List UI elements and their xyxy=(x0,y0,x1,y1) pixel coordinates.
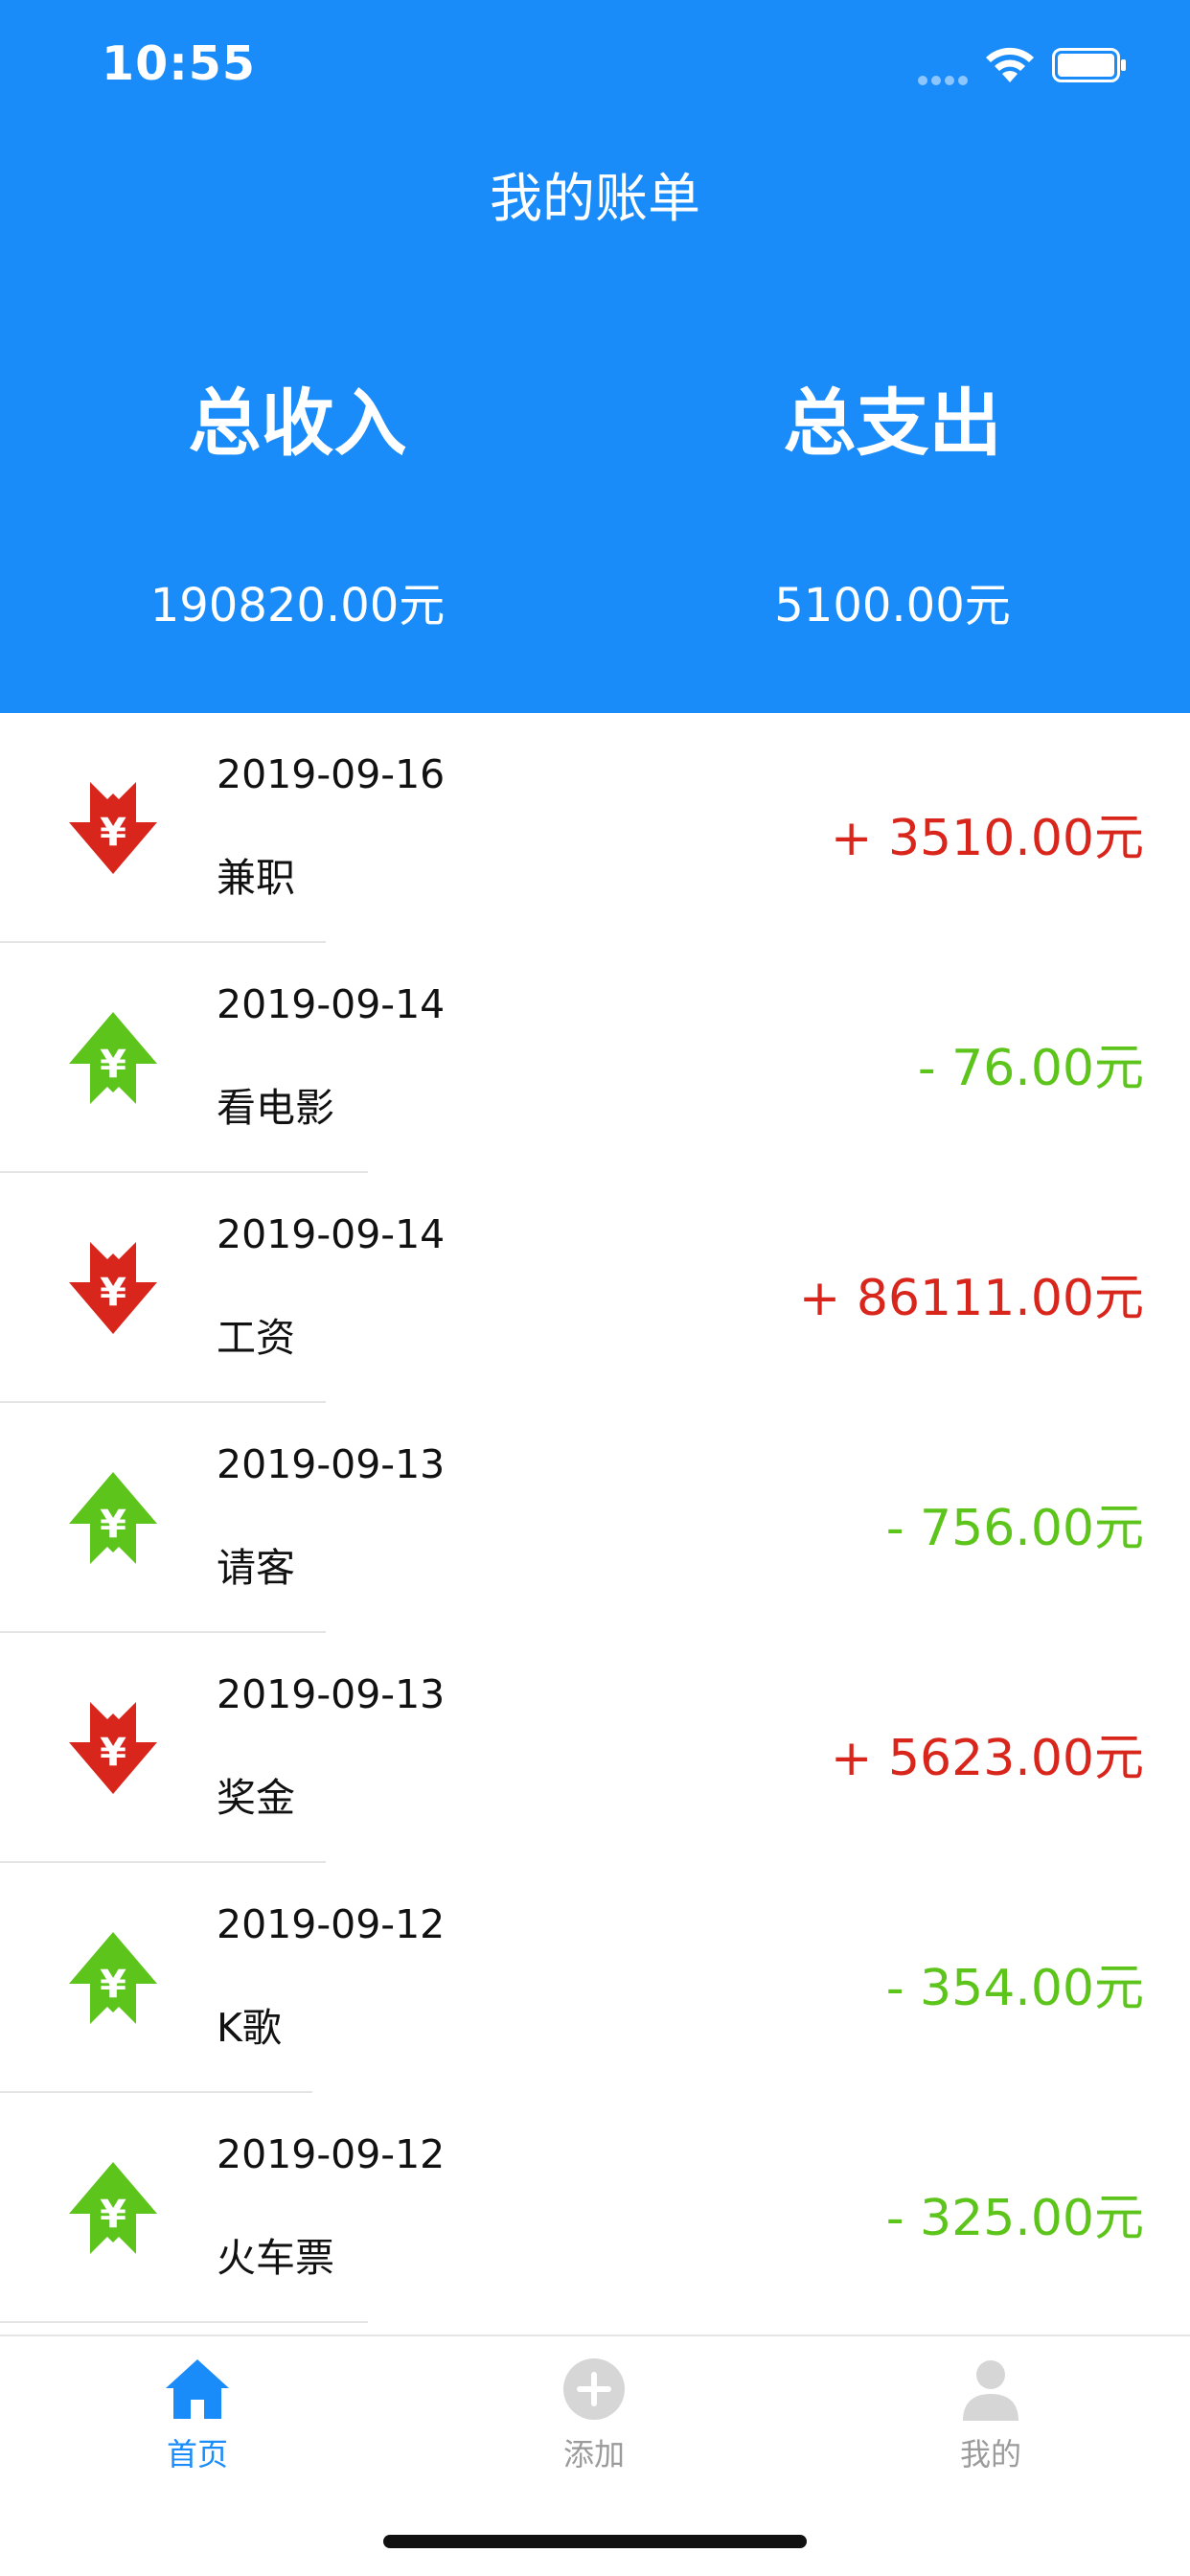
bill-row[interactable]: ¥ 2019-09-12 K歌 - 354.00元 xyxy=(0,1863,1190,2093)
yen-up-arrow-icon: ¥ xyxy=(69,1012,157,1104)
record-name: 工资 xyxy=(217,1315,295,1361)
tab-mine[interactable]: 我的 xyxy=(895,2356,1087,2474)
bill-list[interactable]: ¥ 2019-09-16 兼职 + 3510.00元 ¥ 2019-09-14 … xyxy=(0,713,1190,2323)
bill-row[interactable]: ¥ 2019-09-12 火车票 - 325.00元 xyxy=(0,2093,1190,2323)
record-name: 看电影 xyxy=(217,1085,334,1131)
tab-add-label: 添加 xyxy=(562,2436,625,2472)
home-indicator xyxy=(383,2535,807,2548)
tab-home[interactable]: 首页 xyxy=(102,2356,293,2474)
record-name: 火车票 xyxy=(217,2235,334,2281)
status-time: 10:55 xyxy=(102,36,256,91)
tab-home-label: 首页 xyxy=(166,2436,228,2472)
record-date: 2019-09-12 xyxy=(217,1901,446,1947)
record-amount: - 756.00元 xyxy=(885,1500,1144,1557)
record-date: 2019-09-14 xyxy=(217,981,446,1027)
record-name: 奖金 xyxy=(217,1775,295,1821)
add-circle-icon xyxy=(563,2358,625,2420)
record-name: 请客 xyxy=(217,1545,295,1591)
user-icon xyxy=(963,2360,1018,2421)
record-amount: + 3510.00元 xyxy=(830,810,1144,867)
bill-row[interactable]: ¥ 2019-09-14 工资 + 86111.00元 xyxy=(0,1173,1190,1403)
wifi-icon xyxy=(986,47,1034,82)
bill-row[interactable]: ¥ 2019-09-13 请客 - 756.00元 xyxy=(0,1403,1190,1633)
record-name: 兼职 xyxy=(217,855,295,901)
status-bar: 10:55 xyxy=(0,0,1190,126)
record-date: 2019-09-16 xyxy=(217,751,446,797)
total-expense-summary: 总支出 5100.00元 xyxy=(595,364,1190,634)
tab-add[interactable]: 添加 xyxy=(498,2356,690,2474)
total-income-summary: 总收入 190820.00元 xyxy=(0,364,595,634)
svg-text:¥: ¥ xyxy=(100,1503,126,1547)
battery-icon xyxy=(1052,48,1126,82)
header: 10:55 我的账单 总收入 190820.00元 总支出 5100.00元 xyxy=(0,0,1190,713)
yen-down-arrow-icon: ¥ xyxy=(69,1702,157,1794)
yen-up-arrow-icon: ¥ xyxy=(69,1472,157,1564)
svg-text:¥: ¥ xyxy=(100,1271,126,1315)
total-income-label: 总收入 xyxy=(188,380,407,466)
home-icon xyxy=(166,2359,229,2419)
record-amount: + 86111.00元 xyxy=(798,1270,1144,1327)
record-amount: - 354.00元 xyxy=(885,1960,1144,2017)
yen-down-arrow-icon: ¥ xyxy=(69,1242,157,1334)
record-name: K歌 xyxy=(217,2005,282,2051)
page-title: 我的账单 xyxy=(489,168,700,229)
total-income-amount: 190820.00元 xyxy=(149,579,446,632)
record-amount: + 5623.00元 xyxy=(830,1730,1144,1787)
row-divider xyxy=(0,2321,368,2323)
svg-text:¥: ¥ xyxy=(100,2193,126,2237)
record-amount: - 325.00元 xyxy=(885,2190,1144,2247)
record-date: 2019-09-14 xyxy=(217,1211,446,1257)
tab-mine-label: 我的 xyxy=(959,2436,1021,2472)
record-date: 2019-09-13 xyxy=(217,1441,446,1487)
yen-up-arrow-icon: ¥ xyxy=(69,1932,157,2024)
record-amount: - 76.00元 xyxy=(917,1040,1144,1097)
cellular-signal-icon xyxy=(918,71,973,85)
record-date: 2019-09-12 xyxy=(217,2131,446,2177)
svg-text:¥: ¥ xyxy=(100,811,126,855)
bill-row[interactable]: ¥ 2019-09-16 兼职 + 3510.00元 xyxy=(0,713,1190,943)
svg-text:¥: ¥ xyxy=(100,1043,126,1087)
total-expense-label: 总支出 xyxy=(783,380,1002,466)
svg-text:¥: ¥ xyxy=(100,1731,126,1775)
bill-row[interactable]: ¥ 2019-09-13 奖金 + 5623.00元 xyxy=(0,1633,1190,1863)
svg-text:¥: ¥ xyxy=(100,1963,126,2007)
total-expense-amount: 5100.00元 xyxy=(774,579,1011,632)
yen-down-arrow-icon: ¥ xyxy=(69,782,157,874)
bill-row[interactable]: ¥ 2019-09-14 看电影 - 76.00元 xyxy=(0,943,1190,1173)
record-date: 2019-09-13 xyxy=(217,1671,446,1717)
yen-up-arrow-icon: ¥ xyxy=(69,2162,157,2254)
